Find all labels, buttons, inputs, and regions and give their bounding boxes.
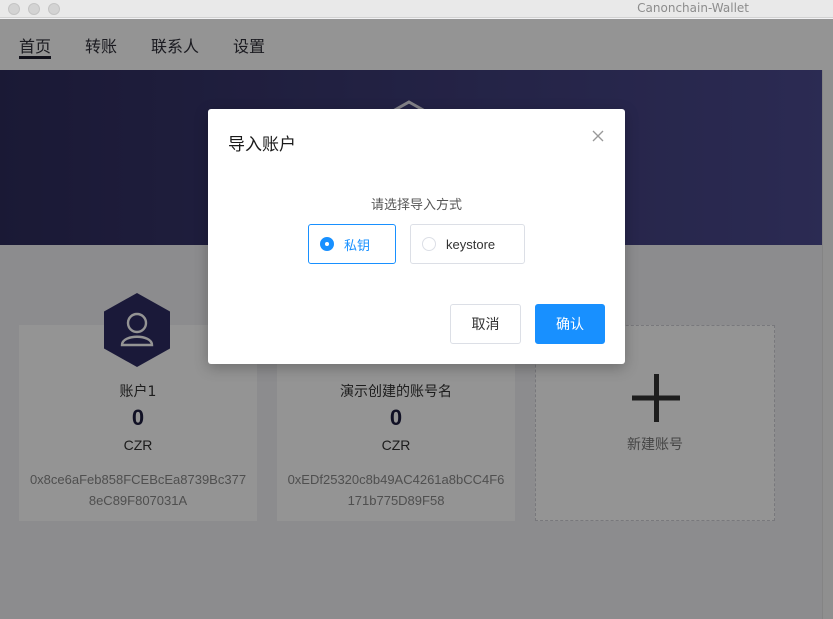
radio-label: 私钥 [344,237,371,253]
zoom-window-button[interactable] [48,3,60,15]
radio-unchecked-icon [422,237,436,251]
radio-checked-icon [320,237,334,251]
import-method-prompt: 请选择导入方式 [370,198,462,213]
import-account-dialog: 导入账户 请选择导入方式 私钥 keystore 取消 确认 [208,109,625,364]
window-titlebar: Canonchain-Wallet [0,0,833,18]
minimize-window-button[interactable] [28,3,40,15]
confirm-button[interactable]: 确认 [535,304,605,344]
close-window-button[interactable] [8,3,20,15]
cancel-button[interactable]: 取消 [450,304,521,344]
radio-label: keystore [446,236,496,252]
dialog-title: 导入账户 [228,135,296,155]
close-icon[interactable] [591,129,605,143]
window-title: Canonchain-Wallet [637,1,749,15]
keystore-radio[interactable]: keystore [410,224,525,264]
private-key-radio[interactable]: 私钥 [308,224,396,264]
